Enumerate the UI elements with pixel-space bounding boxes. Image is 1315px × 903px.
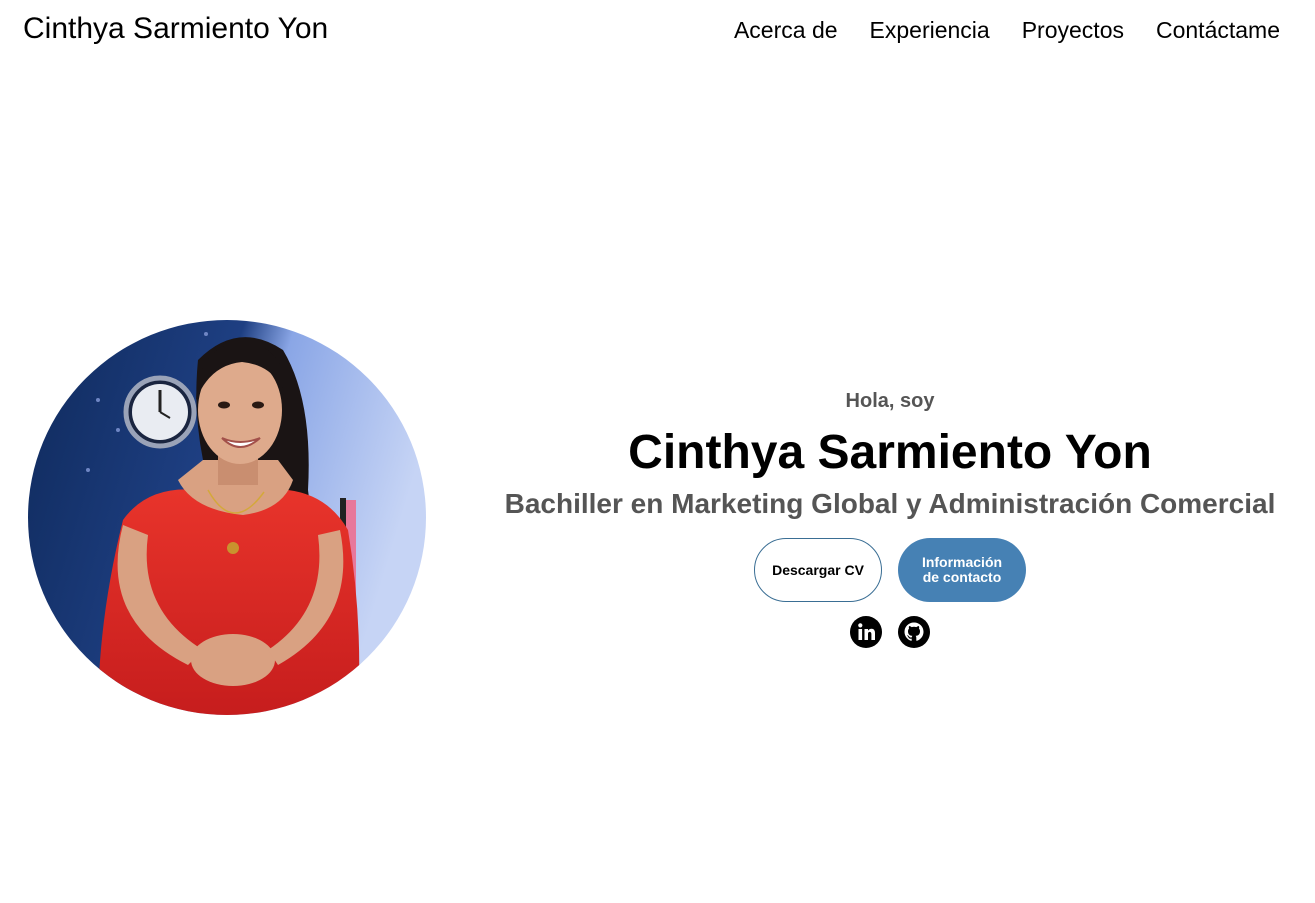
github-icon xyxy=(898,616,930,648)
hero-buttons: Descargar CV Información de contacto xyxy=(480,538,1300,602)
nav-link-experience[interactable]: Experiencia xyxy=(870,17,990,44)
github-link[interactable] xyxy=(898,616,930,648)
navbar: Cinthya Sarmiento Yon Acerca de Experien… xyxy=(0,0,1315,64)
nav-link-projects[interactable]: Proyectos xyxy=(1022,17,1124,44)
hero-greeting: Hola, soy xyxy=(845,390,935,412)
nav-link-about[interactable]: Acerca de xyxy=(734,17,838,44)
linkedin-link[interactable] xyxy=(850,616,882,648)
download-cv-button[interactable]: Descargar CV xyxy=(754,538,882,602)
hero-name: Cinthya Sarmiento Yon xyxy=(628,426,1152,479)
social-links xyxy=(480,616,1300,648)
nav-links: Acerca de Experiencia Proyectos Contácta… xyxy=(734,17,1280,44)
hero-text: Hola, soy Cinthya Sarmiento Yon Bachille… xyxy=(480,390,1300,648)
site-logo[interactable]: Cinthya Sarmiento Yon xyxy=(23,12,328,46)
nav-link-contact[interactable]: Contáctame xyxy=(1156,17,1280,44)
hero-subtitle: Bachiller en Marketing Global y Administ… xyxy=(504,488,1276,519)
linkedin-icon xyxy=(850,616,882,648)
contact-info-button[interactable]: Información de contacto xyxy=(898,538,1026,602)
profile-photo xyxy=(28,320,426,715)
